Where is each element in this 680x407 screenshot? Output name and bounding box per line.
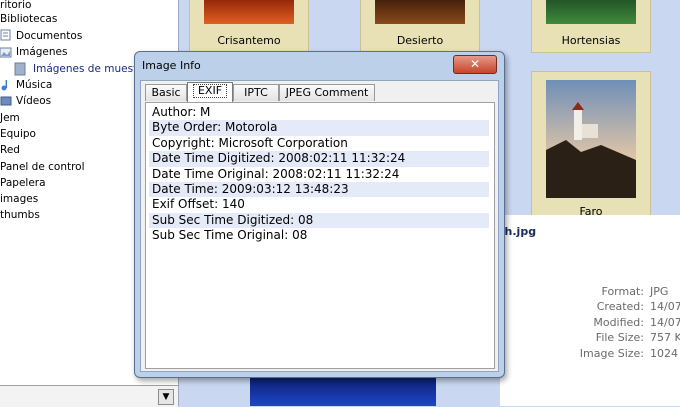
thumbnail-desierto[interactable]: Desierto: [360, 0, 480, 53]
dialog-body: Basic EXIF IPTC JPEG Comment Author: M B…: [140, 80, 499, 372]
exif-list[interactable]: Author: M Byte Order: Motorola Copyright…: [145, 102, 495, 369]
exif-row[interactable]: Author: M: [149, 105, 489, 120]
exif-row[interactable]: Date Time: 2009:03:12 13:48:23: [149, 181, 489, 198]
thumbnail-image: [546, 80, 636, 198]
tab-exif-label: EXIF: [192, 84, 228, 98]
documents-icon: [0, 29, 11, 41]
tree-item-musica[interactable]: Música: [16, 78, 52, 92]
dialog-title: Image Info: [142, 59, 201, 72]
tree-item-bibliotecas[interactable]: Bibliotecas: [0, 12, 57, 26]
preview-image-strip: [250, 375, 436, 406]
thumbnail-label: Crisantemo: [217, 34, 281, 47]
tab-exif[interactable]: EXIF: [187, 82, 233, 102]
tree-item-documentos[interactable]: Documentos: [16, 29, 82, 43]
chevron-down-icon[interactable]: ▼: [158, 389, 174, 405]
exif-row[interactable]: Sub Sec Time Digitized: 08: [149, 212, 489, 229]
tree-item-papelera[interactable]: Papelera: [0, 176, 46, 190]
tab-basic[interactable]: Basic: [145, 84, 187, 101]
exif-row[interactable]: Copyright: Microsoft Corporation: [149, 136, 489, 151]
exif-row[interactable]: Exif Offset: 140: [149, 197, 489, 212]
tab-iptc[interactable]: IPTC: [233, 84, 279, 101]
tree-item-imagenes[interactable]: Imágenes: [16, 45, 67, 59]
sample-images-folder-icon: [14, 62, 26, 76]
details-panel: sh.jpg Format: JPG Created: 14/07 Modified…: [498, 215, 680, 406]
tree-item-equipo[interactable]: Equipo: [0, 127, 36, 141]
tree-item-imagenes-de-muestra[interactable]: Imágenes de muestra: [33, 62, 148, 76]
thumbnail-image: [375, 0, 465, 24]
thumbnail-label: Desierto: [396, 34, 444, 47]
exif-row[interactable]: Date Time Digitized: 2008:02:11 11:32:24: [149, 151, 489, 167]
tab-jpeg-comment[interactable]: JPEG Comment: [279, 84, 375, 101]
tree-item-jem[interactable]: Jem: [0, 111, 20, 125]
tree-item-red[interactable]: Red: [0, 143, 20, 157]
images-folder-icon: [0, 47, 12, 58]
path-dropdown[interactable]: ▼: [0, 385, 178, 407]
thumbnail-image: [204, 0, 294, 24]
exif-row[interactable]: Byte Order: Motorola: [149, 120, 489, 136]
tree-item-images[interactable]: images: [0, 192, 38, 206]
thumbnail-image: [546, 0, 636, 24]
close-icon[interactable]: ✕: [453, 55, 497, 74]
tree-item-thumbs[interactable]: thumbs: [0, 208, 40, 222]
tree-item-panel-de-control[interactable]: Panel de control: [0, 160, 85, 174]
thumbnail-crisantemo[interactable]: Crisantemo: [189, 0, 309, 53]
exif-row[interactable]: Date Time Original: 2008:02:11 11:32:24: [149, 167, 489, 182]
thumbnail-faro[interactable]: Faro: [531, 71, 651, 222]
thumbnail-hortensias[interactable]: Hortensias: [531, 0, 651, 53]
details-filename: sh.jpg: [498, 225, 537, 238]
music-icon: [1, 80, 8, 91]
thumbnail-label: Hortensias: [561, 34, 621, 47]
exif-row[interactable]: Sub Sec Time Original: 08: [149, 228, 489, 243]
image-info-dialog[interactable]: Image Info ✕ Basic EXIF IPTC JPEG Commen…: [134, 51, 505, 378]
videos-icon: [0, 96, 12, 106]
tree-item-videos[interactable]: Vídeos: [16, 94, 51, 108]
tree-item-directorio[interactable]: ritorio: [0, 0, 31, 12]
